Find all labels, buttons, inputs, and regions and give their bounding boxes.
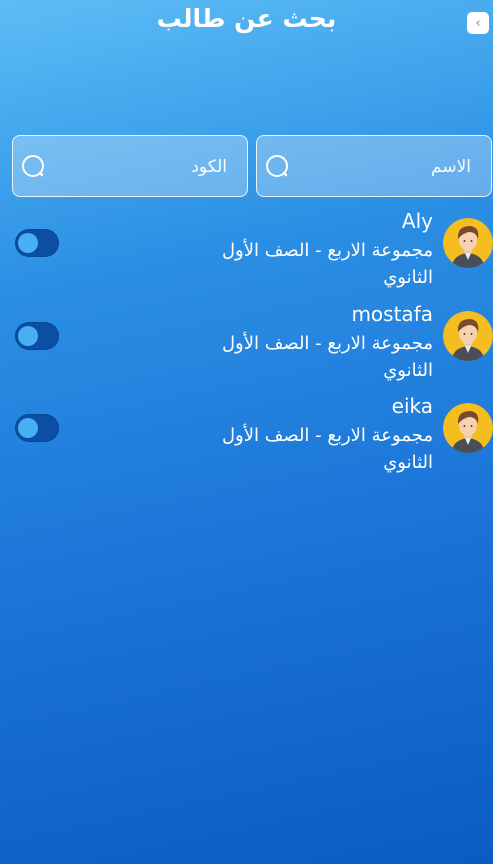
avatar [443, 311, 493, 361]
name-search-input[interactable] [297, 150, 471, 184]
student-toggle[interactable] [15, 229, 59, 257]
user-avatar-icon [443, 218, 493, 268]
toggle-knob [18, 326, 38, 346]
student-row[interactable]: mostafa مجموعة الاربع - الصف الأول الثان… [0, 301, 493, 393]
toggle-knob [18, 233, 38, 253]
code-search-field[interactable] [12, 135, 248, 197]
search-icon[interactable] [21, 154, 47, 180]
student-row[interactable]: eika مجموعة الاربع - الصف الأول الثانوي [0, 393, 493, 485]
student-name: Aly [401, 209, 433, 233]
user-avatar-icon [443, 311, 493, 361]
student-name: eika [391, 394, 433, 418]
student-toggle[interactable] [15, 322, 59, 350]
avatar [443, 403, 493, 453]
student-name: mostafa [351, 302, 433, 326]
avatar [443, 218, 493, 268]
student-group: مجموعة الاربع - الصف الأول الثانوي [221, 240, 433, 288]
student-group: مجموعة الاربع - الصف الأول الثانوي [221, 425, 433, 473]
student-toggle[interactable] [15, 414, 59, 442]
search-icon[interactable] [265, 154, 291, 180]
page-title: بحث عن طالب [156, 4, 337, 33]
student-group: مجموعة الاربع - الصف الأول الثانوي [221, 333, 433, 381]
student-row[interactable]: Aly مجموعة الاربع - الصف الأول الثانوي [0, 208, 493, 300]
name-search-field[interactable] [256, 135, 492, 197]
user-avatar-icon [443, 403, 493, 453]
code-search-input[interactable] [53, 150, 227, 184]
toggle-knob [18, 418, 38, 438]
